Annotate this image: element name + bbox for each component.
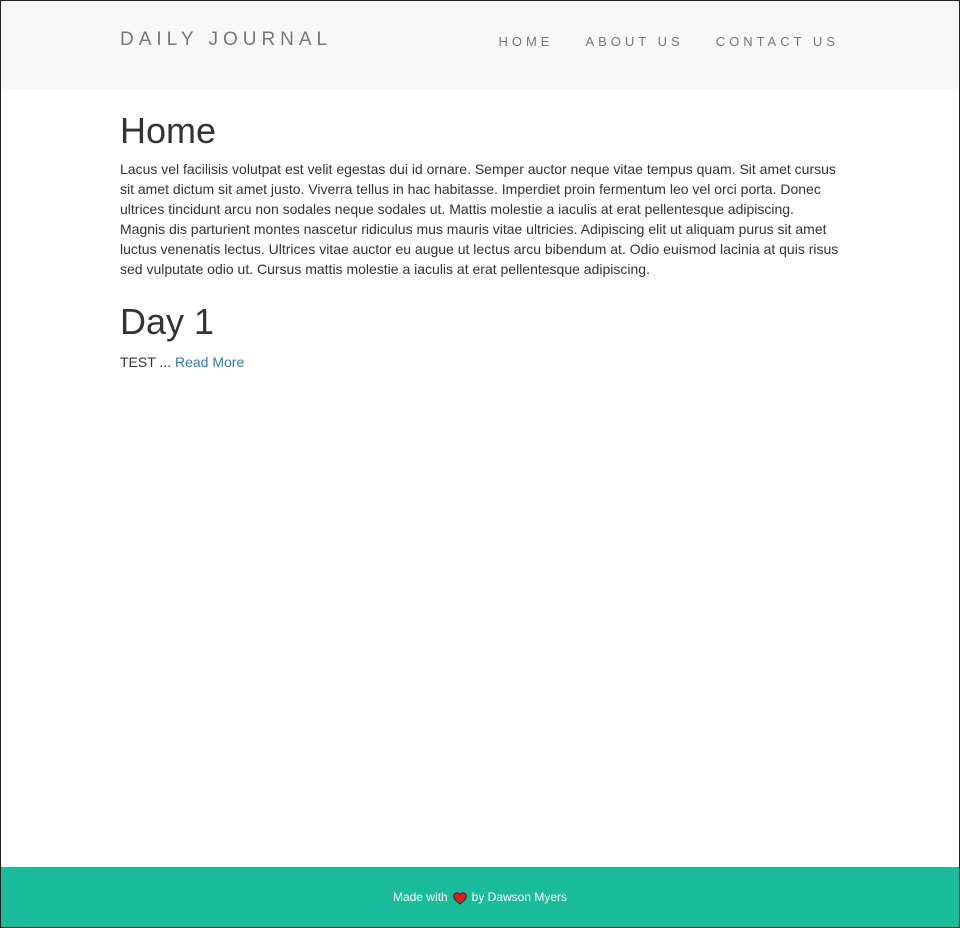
nav-link-about-us[interactable]: ABOUT US: [585, 34, 683, 49]
heart-icon: [453, 891, 467, 905]
nav-link-contact-us[interactable]: CONTACT US: [716, 34, 839, 49]
post-excerpt: TEST ...: [120, 354, 172, 370]
nav-links: HOME ABOUT US CONTACT US: [498, 33, 839, 51]
intro-paragraph: Lacus vel facilisis volutpat est velit e…: [120, 161, 839, 277]
nav-link-home[interactable]: HOME: [498, 34, 553, 49]
page-title: Home: [120, 110, 217, 151]
post-item: Day 1 TEST ... Read More: [120, 298, 842, 372]
main-content: Home Lacus vel facilisis volutpat est ve…: [120, 107, 842, 372]
post-excerpt-line: TEST ... Read More: [120, 352, 842, 372]
nav-item-about: ABOUT US: [585, 33, 683, 51]
post-title: Day 1: [120, 301, 215, 342]
navbar: DAILY JOURNAL HOME ABOUT US CONTACT US: [1, 1, 959, 90]
brand-logo-link[interactable]: DAILY JOURNAL: [120, 29, 332, 51]
read-more-link[interactable]: Read More: [175, 354, 244, 370]
nav-item-contact: CONTACT US: [716, 33, 839, 51]
nav-item-home: HOME: [498, 33, 553, 51]
footer: Made with by Dawson Myers: [1, 867, 959, 927]
page: DAILY JOURNAL HOME ABOUT US CONTACT US H…: [0, 0, 960, 928]
footer-made-with: Made with: [392, 890, 448, 904]
footer-author: by Dawson Myers: [471, 890, 568, 904]
